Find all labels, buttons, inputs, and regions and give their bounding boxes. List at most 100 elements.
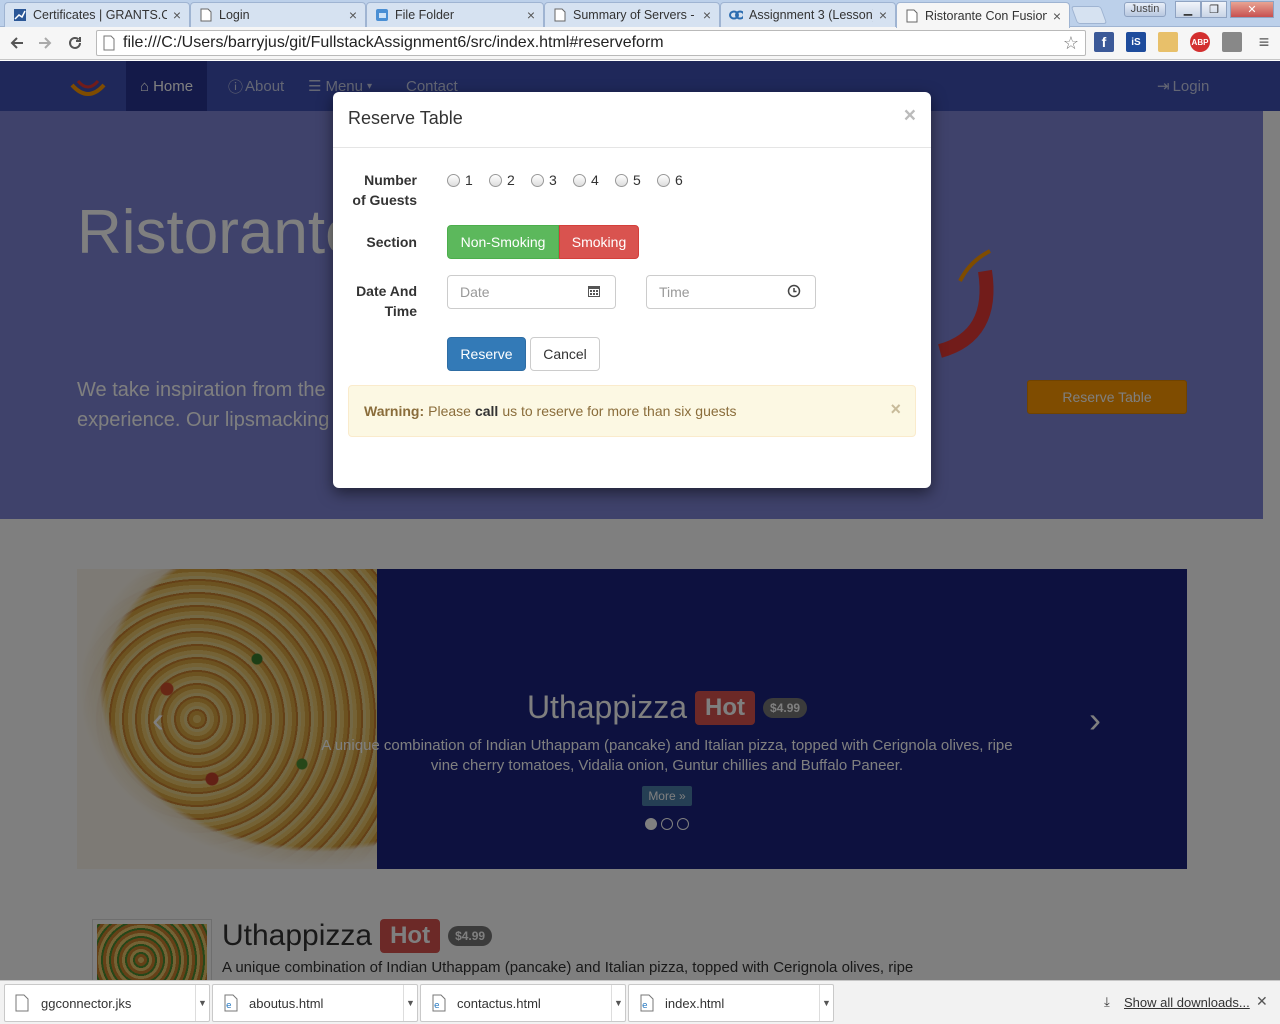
chevron-down-icon[interactable]: ▼ [403,985,417,1021]
chevron-down-icon[interactable]: ▼ [819,985,833,1021]
guests-radio-6[interactable]: 6 [657,172,683,188]
bookmark-star-icon[interactable]: ☆ [1063,33,1079,54]
download-item[interactable]: ggconnector.jks ▼ [4,984,210,1022]
close-icon[interactable]: × [904,104,916,128]
date-input[interactable] [460,284,587,300]
page-icon [199,8,213,22]
guests-radio-2[interactable]: 2 [489,172,515,188]
datetime-label: Date And Time [348,281,417,321]
guests-radio-4[interactable]: 4 [573,172,599,188]
tab-title: Assignment 3 (Lesson) [749,8,873,22]
browser-tab-strip: Certificates | GRANTS.C × Login × File F… [0,0,1280,28]
radio-circle[interactable] [573,173,586,187]
tab-assignment-3[interactable]: Assignment 3 (Lesson) × [720,2,896,27]
page-viewport: ⌂ Home ⓘ About ☰ Menu ▾ Contact ⇥ Login … [0,61,1280,980]
clock-icon[interactable] [787,284,803,300]
download-icon: ⤓ [1104,994,1110,1009]
close-icon[interactable]: ✕ [1256,993,1268,1010]
close-icon[interactable]: × [879,7,887,23]
show-all-downloads-link[interactable]: Show all downloads... [1124,995,1250,1010]
folder-icon [375,8,389,22]
radio-label: 4 [591,172,599,188]
back-button[interactable] [4,31,30,55]
extension-icon[interactable] [1222,32,1242,52]
svg-text:e: e [226,1001,232,1011]
minimize-button[interactable]: ▁ [1175,1,1201,18]
datetime-label-line: Date And [356,283,417,299]
warning-strong: Warning: [364,403,425,419]
guests-radio-1[interactable]: 1 [447,172,473,188]
tab-login[interactable]: Login × [190,2,366,27]
reserve-button[interactable]: Reserve [447,337,526,371]
download-item[interactable]: e index.html ▼ [628,984,834,1022]
warning-text-post: us to reserve for more than six guests [502,403,737,419]
download-item[interactable]: e contactus.html ▼ [420,984,626,1022]
facebook-icon[interactable]: f [1094,32,1114,52]
page-icon [103,35,117,51]
tab-summary-of-servers[interactable]: Summary of Servers - ( × [544,2,720,27]
link-icon [729,8,743,22]
close-icon[interactable]: × [1053,8,1061,24]
guests-radio-5[interactable]: 5 [615,172,641,188]
reload-button[interactable] [62,31,88,55]
datetime-label-line: Time [384,303,417,319]
browser-toolbar: ☆ f iS ABP ≡ [0,27,1280,60]
tab-title: Ristorante Con Fusion [925,8,1047,23]
reserve-table-modal: Reserve Table × Number of Guests 1 2 3 4… [333,92,931,488]
tab-ristorante-con-fusion[interactable]: Ristorante Con Fusion × [896,2,1070,28]
time-input[interactable] [659,284,787,300]
is-extension-icon[interactable]: iS [1126,32,1146,52]
radio-circle[interactable] [615,173,628,187]
back-arrow-icon [10,37,23,49]
date-field[interactable] [447,275,616,309]
warning-text-pre: Please [428,403,471,419]
guests-radio-3[interactable]: 3 [531,172,557,188]
guests-label-line: Number [364,172,417,188]
address-bar[interactable]: ☆ [96,30,1086,56]
download-item[interactable]: e aboutus.html ▼ [212,984,418,1022]
radio-circle[interactable] [531,173,544,187]
svg-text:e: e [642,1001,648,1011]
tab-title: Login [219,8,250,22]
window-close-button[interactable]: ✕ [1230,1,1274,18]
close-icon[interactable]: × [349,7,357,23]
forward-button[interactable] [32,31,58,55]
tab-certificates[interactable]: Certificates | GRANTS.C × [4,2,190,27]
reload-icon [69,36,81,49]
time-field[interactable] [646,275,816,309]
forward-arrow-icon [39,37,52,49]
user-badge[interactable]: Justin [1124,2,1166,17]
close-icon[interactable]: × [173,7,181,23]
download-filename: contactus.html [457,995,541,1011]
maximize-button[interactable]: ❐ [1201,1,1227,18]
radio-label: 2 [507,172,515,188]
radio-circle[interactable] [447,173,460,187]
cancel-button[interactable]: Cancel [530,337,600,371]
smoking-button[interactable]: Smoking [559,225,639,259]
close-icon[interactable]: × [890,399,901,420]
calendar-icon[interactable] [587,284,603,300]
tab-file-folder[interactable]: File Folder × [366,2,544,27]
page-icon [905,9,919,23]
html-file-icon: e [639,994,655,1012]
section-label: Section [366,234,417,250]
close-icon[interactable]: × [703,7,711,23]
radio-circle[interactable] [489,173,502,187]
download-filename: ggconnector.jks [41,995,132,1011]
new-tab-button[interactable] [1070,6,1108,24]
tab-title: Certificates | GRANTS.C [33,8,167,22]
modal-title: Reserve Table [348,108,463,128]
non-smoking-button[interactable]: Non-Smoking [447,225,559,259]
guest-limit-warning: Warning: Please call us to reserve for m… [348,385,916,437]
chevron-down-icon[interactable]: ▼ [195,985,209,1021]
tab-title: Summary of Servers - ( [573,8,697,22]
warning-call: call [474,403,499,419]
folder-extension-icon[interactable] [1158,32,1178,52]
close-icon[interactable]: × [527,7,535,23]
menu-icon[interactable]: ≡ [1254,32,1274,52]
chevron-down-icon[interactable]: ▼ [611,985,625,1021]
adblock-icon[interactable]: ABP [1190,32,1210,52]
radio-circle[interactable] [657,173,670,187]
html-file-icon: e [223,994,239,1012]
url-input[interactable] [123,34,1063,52]
